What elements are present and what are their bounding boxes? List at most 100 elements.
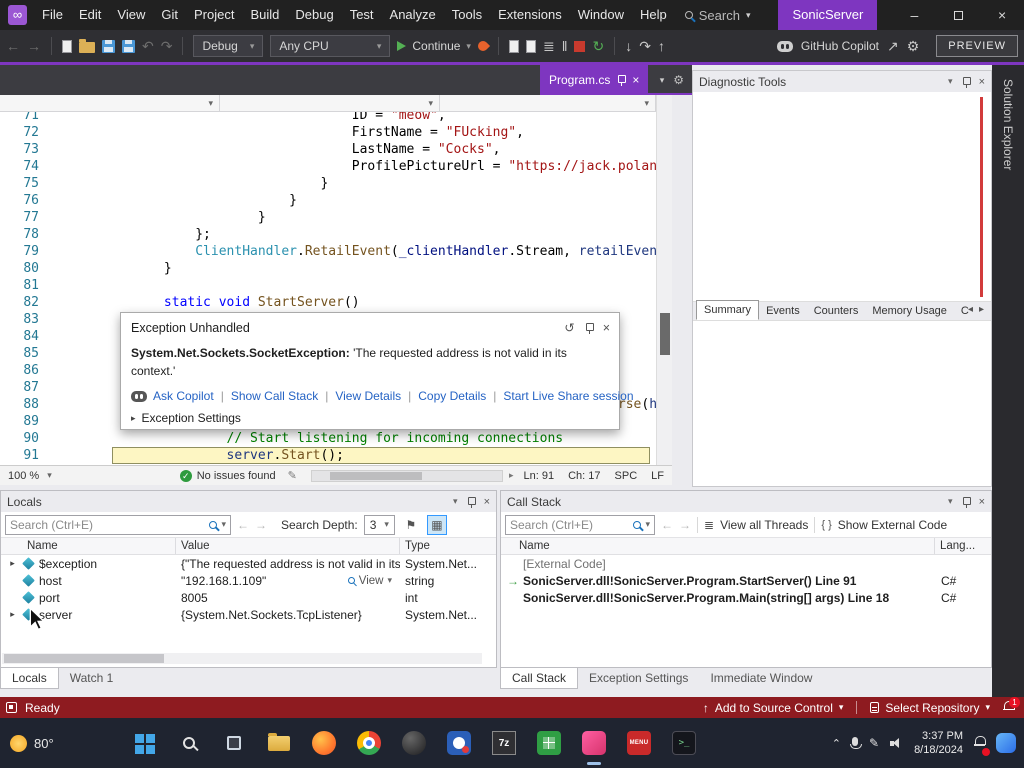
menu-item[interactable]: Edit [71, 0, 109, 30]
code-line-71[interactable]: ID = "meow", [48, 112, 656, 124]
call-stack-bottom-tab[interactable]: Exception Settings [578, 668, 699, 688]
stop-debugging-icon[interactable] [574, 40, 586, 52]
close-icon[interactable]: × [484, 496, 490, 508]
solution-configuration-dropdown[interactable]: Debug ▾ [193, 35, 264, 57]
solution-explorer-toolbar-icon[interactable] [508, 39, 519, 53]
task-status-icon[interactable] [6, 702, 17, 713]
open-folder-icon[interactable] [79, 39, 95, 53]
eol-indicator[interactable]: LF [651, 470, 664, 482]
pin-icon[interactable] [585, 322, 594, 334]
firefox-icon[interactable] [308, 727, 340, 759]
code-line-77[interactable]: } [48, 209, 656, 226]
menu-item[interactable]: File [34, 0, 71, 30]
menu-item[interactable]: Git [153, 0, 186, 30]
titlebar-search[interactable]: Search ▾ [675, 8, 761, 23]
value-view-button[interactable]: View ▾ [347, 575, 400, 587]
document-health-indicator[interactable]: ✓ No issues found [179, 469, 276, 482]
zoom-dropdown[interactable]: 100 % ▾ [0, 470, 60, 482]
pin-icon[interactable] [962, 496, 971, 508]
project-dropdown[interactable]: ▾ [0, 95, 220, 111]
select-repository-button[interactable]: Select Repository ▾ [870, 701, 990, 715]
column-name[interactable]: Name [501, 538, 935, 554]
diagnostics-tab[interactable]: Events [759, 302, 807, 320]
new-file-icon[interactable] [62, 39, 72, 53]
expander-icon[interactable]: ▸ [7, 558, 18, 569]
window-position-icon[interactable]: ▾ [948, 76, 953, 87]
menu-app-icon[interactable]: MENU [623, 727, 655, 759]
undo-icon[interactable]: ↶ [142, 38, 154, 54]
column-language[interactable]: Lang... [935, 538, 991, 554]
locals-row[interactable]: ▸ server {System.Net.Sockets.TcpListener} S… [1, 606, 496, 623]
diagnostics-tab[interactable]: Summary [696, 300, 760, 320]
save-icon[interactable] [102, 39, 115, 53]
navigate-forward-icon[interactable]: → [27, 38, 41, 54]
code-line-90[interactable]: // Start listening for incoming connecti… [48, 430, 656, 447]
exception-action-link[interactable]: Ask Copilot [153, 389, 214, 403]
close-tab-icon[interactable]: × [632, 73, 639, 87]
locals-bottom-tab[interactable]: Locals [0, 668, 59, 689]
type-dropdown[interactable]: ▾ [220, 95, 440, 111]
code-line-78[interactable]: }; [48, 226, 656, 243]
close-icon[interactable]: × [603, 321, 610, 335]
microphone-icon[interactable] [849, 736, 862, 749]
clock[interactable]: 3:37 PM 8/18/2024 [914, 729, 963, 758]
show-external-code-button[interactable]: Show External Code [838, 518, 947, 532]
locals-horizontal-scrollbar[interactable] [2, 653, 482, 664]
menu-item[interactable]: Debug [287, 0, 341, 30]
restart-icon[interactable]: ↻ [592, 38, 604, 54]
github-copilot-button[interactable]: GitHub Copilot ↗ ⚙ [776, 38, 919, 54]
menu-item[interactable]: Build [242, 0, 287, 30]
call-stack-row[interactable]: [External Code] [501, 555, 991, 572]
notification-center-button[interactable] [974, 734, 990, 756]
locals-row[interactable]: port 8005 int [1, 589, 496, 606]
save-all-icon[interactable] [122, 39, 135, 53]
code-line-81[interactable] [48, 277, 656, 294]
menu-item[interactable]: Help [632, 0, 675, 30]
diagnostics-tab[interactable]: Memory Usage [865, 302, 954, 320]
menu-item[interactable]: Project [186, 0, 242, 30]
chevron-down-icon[interactable]: ▾ [221, 519, 226, 530]
search-forward-icon[interactable]: → [679, 518, 691, 532]
list-icon[interactable]: ≣ [543, 38, 555, 54]
hot-reload-icon[interactable] [475, 38, 491, 54]
pin-icon[interactable] [617, 74, 627, 86]
menu-item[interactable]: Window [570, 0, 632, 30]
step-over-icon[interactable]: ↷ [639, 38, 651, 54]
exception-action-link[interactable]: Start Live Share session [486, 389, 633, 403]
code-line-82[interactable]: static void StartServer() [48, 294, 656, 311]
search-back-icon[interactable]: ← [661, 518, 673, 532]
exception-settings-expander[interactable]: ▸ Exception Settings [121, 403, 619, 425]
menu-item[interactable]: Test [342, 0, 382, 30]
locals-search-box[interactable]: ▾ [5, 514, 231, 535]
close-icon[interactable]: × [979, 76, 985, 88]
terminal-icon[interactable]: >_ [668, 727, 700, 759]
add-to-source-control-button[interactable]: ↑ Add to Source Control ▾ [703, 701, 844, 715]
menu-item[interactable]: Analyze [382, 0, 444, 30]
code-line-73[interactable]: LastName = "Cocks", [48, 141, 656, 158]
redo-icon[interactable]: ↷ [161, 38, 173, 54]
call-stack-row[interactable]: SonicServer.dll!SonicServer.Program.Main… [501, 589, 991, 606]
code-line-76[interactable]: } [48, 192, 656, 209]
spreadsheet-app-icon[interactable] [533, 727, 565, 759]
columns-toggle-button[interactable]: ▦ [426, 514, 447, 535]
window-position-icon[interactable]: ▾ [453, 496, 458, 507]
menu-item[interactable]: Tools [444, 0, 490, 30]
menu-item[interactable]: Extensions [490, 0, 570, 30]
locals-row[interactable]: ▸ $exception {"The requested address is no… [1, 555, 496, 572]
code-line-75[interactable]: } [48, 175, 656, 192]
file-explorer-icon[interactable] [263, 727, 295, 759]
volume-icon[interactable] [890, 737, 903, 749]
column-name[interactable]: Name [1, 538, 176, 554]
search-button[interactable] [173, 727, 205, 759]
media-app-icon[interactable] [443, 727, 475, 759]
scrollbar-thumb[interactable] [4, 654, 164, 663]
navigate-back-icon[interactable]: ← [6, 38, 20, 54]
scrollbar-thumb[interactable] [329, 471, 422, 480]
tab-scroll-left-icon[interactable]: ◂ [968, 304, 973, 315]
search-depth-dropdown[interactable]: 3 ▾ [363, 514, 395, 535]
step-into-icon[interactable]: ↓ [625, 38, 632, 54]
search-back-icon[interactable]: ← [237, 518, 249, 532]
close-button[interactable]: × [980, 0, 1024, 30]
spaces-indicator[interactable]: SPC [615, 470, 638, 482]
code-line-80[interactable]: } [48, 260, 656, 277]
